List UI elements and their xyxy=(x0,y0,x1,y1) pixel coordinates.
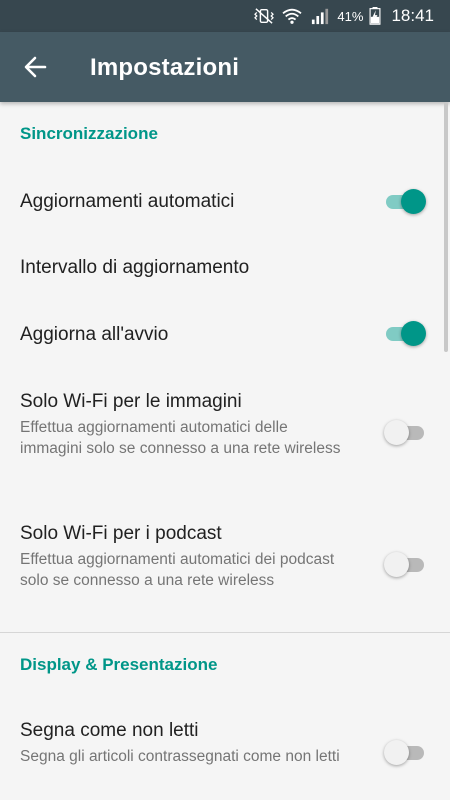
battery-percentage: 41% xyxy=(337,8,364,24)
pref-title: Segna come non letti xyxy=(20,720,199,741)
wifi-podcasts-switch[interactable] xyxy=(384,550,426,580)
page-title: Impostazioni xyxy=(90,54,240,81)
section-header-sync: Sincronizzazione xyxy=(20,124,158,143)
pref-title: Solo Wi-Fi per i podcast xyxy=(20,523,222,544)
settings-list[interactable]: Sincronizzazione Aggiornamenti automatic… xyxy=(0,102,450,800)
pref-wifi-images[interactable]: Solo Wi-Fi per le immagini Effettua aggi… xyxy=(0,372,450,502)
pref-title: Solo Wi-Fi per le immagini xyxy=(20,391,242,412)
status-bar: 41% 18:41 xyxy=(0,0,450,32)
switch-thumb xyxy=(401,321,426,346)
section-divider xyxy=(0,632,450,633)
switch-thumb xyxy=(384,740,409,765)
app-bar: Impostazioni xyxy=(0,32,450,102)
pref-wifi-podcasts[interactable]: Solo Wi-Fi per i podcast Effettua aggior… xyxy=(0,504,450,634)
switch-thumb xyxy=(384,552,409,577)
switch-thumb xyxy=(401,189,426,214)
switch-thumb xyxy=(384,420,409,445)
wifi-images-switch[interactable] xyxy=(384,418,426,448)
update-on-start-switch[interactable] xyxy=(384,319,426,349)
back-button[interactable] xyxy=(18,52,52,82)
pref-update-on-start[interactable]: Aggiorna all'avvio xyxy=(0,302,450,368)
pref-mark-unread[interactable]: Segna come non letti Segna gli articoli … xyxy=(0,700,450,800)
battery-charging-icon xyxy=(369,7,381,25)
pref-summary: Effettua aggiornamenti automatici delle … xyxy=(20,419,341,457)
pref-title: Aggiornamenti automatici xyxy=(20,191,235,212)
clock: 18:41 xyxy=(391,6,434,25)
signal-icon xyxy=(312,8,329,25)
pref-summary: Segna gli articoli contrassegnati come n… xyxy=(20,748,340,765)
pref-title: Aggiorna all'avvio xyxy=(20,324,169,345)
auto-updates-switch[interactable] xyxy=(384,187,426,217)
status-icons: 41% 18:41 xyxy=(253,0,434,32)
pref-auto-updates[interactable]: Aggiornamenti automatici xyxy=(0,170,450,236)
mute-vibrate-icon xyxy=(254,8,275,24)
arrow-back-icon xyxy=(24,56,47,78)
pref-update-interval[interactable]: Intervallo di aggiornamento xyxy=(0,236,450,302)
mark-unread-switch[interactable] xyxy=(384,738,426,768)
pref-title: Intervallo di aggiornamento xyxy=(20,257,250,278)
pref-summary: Effettua aggiornamenti automatici dei po… xyxy=(20,551,335,589)
section-header-display: Display & Presentazione xyxy=(20,655,218,674)
wifi-icon xyxy=(282,8,302,24)
